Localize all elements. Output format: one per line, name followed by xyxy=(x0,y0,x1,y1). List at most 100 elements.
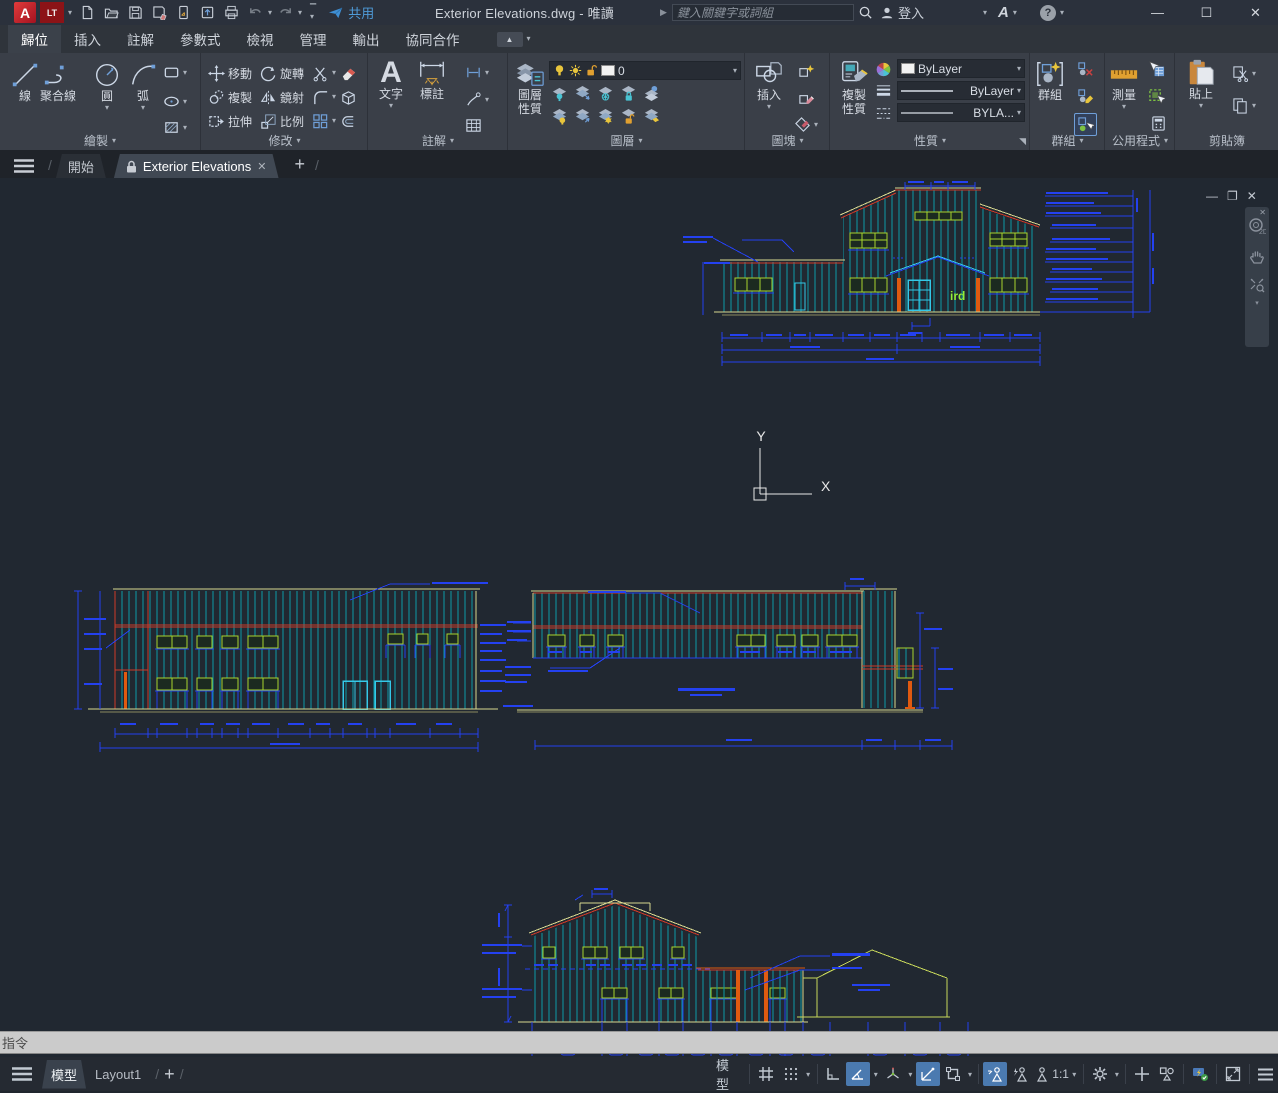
linetype-dropdown[interactable]: BYLA... ▾ xyxy=(897,103,1025,122)
object-snap-dropdown[interactable]: ▾ xyxy=(966,1070,975,1079)
edit-attributes-tool[interactable]: ▾ xyxy=(794,116,818,133)
isolate-crosshair-button[interactable] xyxy=(1130,1062,1154,1086)
zoom-extents-button[interactable] xyxy=(1245,277,1269,293)
insert-block-button[interactable]: 插入 ▾ xyxy=(754,59,784,111)
signin-dropdown[interactable]: ▾ xyxy=(983,0,987,25)
ribbon-collapse-dropdown[interactable]: ▾ xyxy=(527,35,531,43)
undo-dropdown[interactable]: ▾ xyxy=(268,9,272,17)
quick-select-tool[interactable] xyxy=(1148,61,1165,78)
graphics-performance-button[interactable] xyxy=(1188,1062,1212,1086)
layer-lock-tool[interactable] xyxy=(620,85,643,108)
line-tool[interactable]: 線 xyxy=(10,60,40,104)
ribbon-tab-insert[interactable]: 插入 xyxy=(61,25,114,53)
create-block-tool[interactable] xyxy=(798,63,815,80)
new-file-button[interactable] xyxy=(76,0,98,25)
object-snap-toggle[interactable] xyxy=(941,1062,965,1086)
save-button[interactable] xyxy=(124,0,146,25)
qat-customize-button[interactable]: ▔▾ xyxy=(310,5,316,21)
group-button[interactable]: 群組 xyxy=(1035,59,1065,103)
ellipse-tool[interactable]: ▾ xyxy=(163,93,187,110)
rectangle-tool[interactable]: ▾ xyxy=(163,64,187,81)
command-line[interactable]: 指令 xyxy=(0,1031,1278,1054)
status-customize-button[interactable] xyxy=(1254,1062,1278,1086)
file-tab-active[interactable]: Exterior Elevations ✕ xyxy=(114,154,279,178)
object-snap-tracking-toggle[interactable] xyxy=(916,1062,940,1086)
explode-tool[interactable] xyxy=(340,89,362,106)
cut-tool[interactable]: ▾ xyxy=(1232,65,1256,82)
new-drawing-tab-button[interactable]: + xyxy=(295,154,306,175)
layer-thaw-all-tool[interactable] xyxy=(597,108,620,131)
edit-block-tool[interactable] xyxy=(798,90,815,107)
arc-tool[interactable]: 弧 ▾ xyxy=(128,60,158,112)
circle-tool[interactable]: 圓 ▾ xyxy=(92,60,122,112)
array-tool[interactable]: ▾ xyxy=(312,113,340,130)
snap-toggle[interactable] xyxy=(779,1062,803,1086)
search-input[interactable] xyxy=(677,6,849,20)
scale-tool[interactable]: 比例 xyxy=(260,113,312,130)
grid-toggle[interactable] xyxy=(754,1062,778,1086)
undo-button[interactable] xyxy=(244,0,266,25)
annotation-autoscale-toggle[interactable] xyxy=(1008,1062,1032,1086)
layout-menu-icon[interactable] xyxy=(12,1067,32,1081)
search-icon[interactable] xyxy=(858,5,873,20)
panel-label-draw[interactable]: 繪製▾ xyxy=(0,132,200,149)
ribbon-tab-home[interactable]: 歸位 xyxy=(8,25,61,53)
ribbon-tab-annotate[interactable]: 註解 xyxy=(114,25,167,53)
panel-label-utilities[interactable]: 公用程式▾ xyxy=(1106,132,1174,149)
close-button[interactable]: ✕ xyxy=(1233,0,1278,25)
panel-label-modify[interactable]: 修改▾ xyxy=(202,132,367,149)
layer-isolate-tool[interactable] xyxy=(574,85,597,108)
properties-dialog-launcher[interactable]: ◥ xyxy=(1019,136,1026,147)
linear-dim-tool[interactable]: ▾ xyxy=(465,64,489,81)
isodraft-dropdown[interactable]: ▾ xyxy=(906,1070,915,1079)
stretch-tool[interactable]: 拉伸 xyxy=(208,113,260,130)
ribbon-tab-view[interactable]: 檢視 xyxy=(234,25,287,53)
snap-dropdown[interactable]: ▾ xyxy=(804,1070,813,1079)
minimize-button[interactable]: — xyxy=(1135,0,1180,25)
polar-dropdown[interactable]: ▾ xyxy=(871,1070,880,1079)
navbar-close-icon[interactable]: ✕ xyxy=(1259,208,1266,217)
ribbon-collapse-control[interactable]: ▲ ▾ xyxy=(497,25,531,53)
doc-minimize-button[interactable]: — xyxy=(1206,189,1218,203)
copy-clip-tool[interactable]: ▾ xyxy=(1232,97,1256,114)
tab-close-icon[interactable]: ✕ xyxy=(257,160,266,173)
open-file-button[interactable] xyxy=(100,0,122,25)
trim-tool[interactable]: ▾ xyxy=(312,65,340,82)
share-icon[interactable] xyxy=(324,0,346,25)
new-layout-button[interactable]: + xyxy=(164,1064,175,1085)
isolate-objects-button[interactable] xyxy=(1155,1062,1179,1086)
layer-unlock-tool[interactable] xyxy=(620,108,643,131)
annotation-scale-dropdown[interactable]: ▾ xyxy=(1070,1070,1079,1079)
polar-tracking-toggle[interactable] xyxy=(846,1062,870,1086)
ribbon-tab-parametric[interactable]: 參數式 xyxy=(167,25,234,53)
ribbon-tab-output[interactable]: 輸出 xyxy=(340,25,393,53)
layer-on-row2-tool[interactable] xyxy=(551,108,574,131)
ribbon-tab-manage[interactable]: 管理 xyxy=(287,25,340,53)
navbar-more-caret[interactable]: ▾ xyxy=(1245,299,1269,307)
settings-dropdown[interactable]: ▾ xyxy=(1113,1070,1122,1079)
panel-label-block[interactable]: 圖塊▾ xyxy=(746,132,829,149)
plot-button[interactable] xyxy=(220,0,242,25)
doc-close-button[interactable]: ✕ xyxy=(1247,189,1257,203)
navigation-bar[interactable]: ✕ 2D ▾ xyxy=(1245,207,1269,347)
model-tab[interactable]: 模型 xyxy=(42,1060,86,1089)
rotate-tool[interactable]: 旋轉 xyxy=(260,65,312,82)
fillet-tool[interactable]: ▾ xyxy=(312,89,340,106)
offset-tool[interactable] xyxy=(340,113,362,130)
layer-dropdown[interactable]: 0 ▾ xyxy=(549,61,741,80)
share-button[interactable]: 共用 xyxy=(348,3,374,22)
color-wheel-icon[interactable] xyxy=(875,61,892,78)
search-box[interactable] xyxy=(672,4,854,21)
autodesk-app-button[interactable]: A▾ xyxy=(998,0,1017,25)
signin-button[interactable]: 登入 xyxy=(880,0,924,25)
layout1-tab[interactable]: Layout1 xyxy=(86,1062,150,1087)
maximize-button[interactable]: ☐ xyxy=(1184,0,1229,25)
navigation-wheel-button[interactable]: 2D xyxy=(1245,217,1269,235)
copy-tool[interactable]: 複製 xyxy=(208,89,260,106)
workspace-settings-button[interactable] xyxy=(1088,1062,1112,1086)
erase-tool[interactable] xyxy=(340,65,362,82)
ucs-icon[interactable]: Y X xyxy=(754,428,831,500)
polyline-tool[interactable]: 聚合線 xyxy=(40,60,76,104)
annotation-scale-icon[interactable] xyxy=(1033,1062,1051,1086)
quick-calculator-tool[interactable] xyxy=(1150,115,1167,132)
